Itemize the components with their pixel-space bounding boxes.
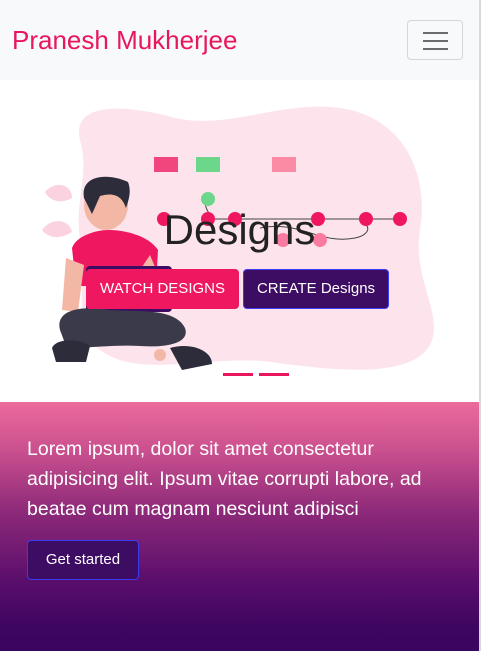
carousel-indicator-2[interactable] <box>259 373 289 376</box>
create-designs-button[interactable]: CREATE Designs <box>243 269 389 309</box>
brand-link[interactable]: Pranesh Mukherjee <box>12 22 237 58</box>
promo-section: Lorem ipsum, dolor sit amet consectetur … <box>0 402 479 651</box>
navbar: Pranesh Mukherjee <box>0 0 481 80</box>
hero-carousel: Designs WATCH DESIGNS CREATE Designs <box>0 80 479 402</box>
promo-text: Lorem ipsum, dolor sit amet consectetur … <box>27 438 422 520</box>
get-started-button[interactable]: Get started <box>27 540 139 580</box>
watch-designs-button[interactable]: WATCH DESIGNS <box>86 269 239 309</box>
slide-title: Designs <box>163 206 316 253</box>
navbar-toggler-button[interactable] <box>407 20 463 60</box>
carousel-indicator-1[interactable] <box>223 373 253 376</box>
